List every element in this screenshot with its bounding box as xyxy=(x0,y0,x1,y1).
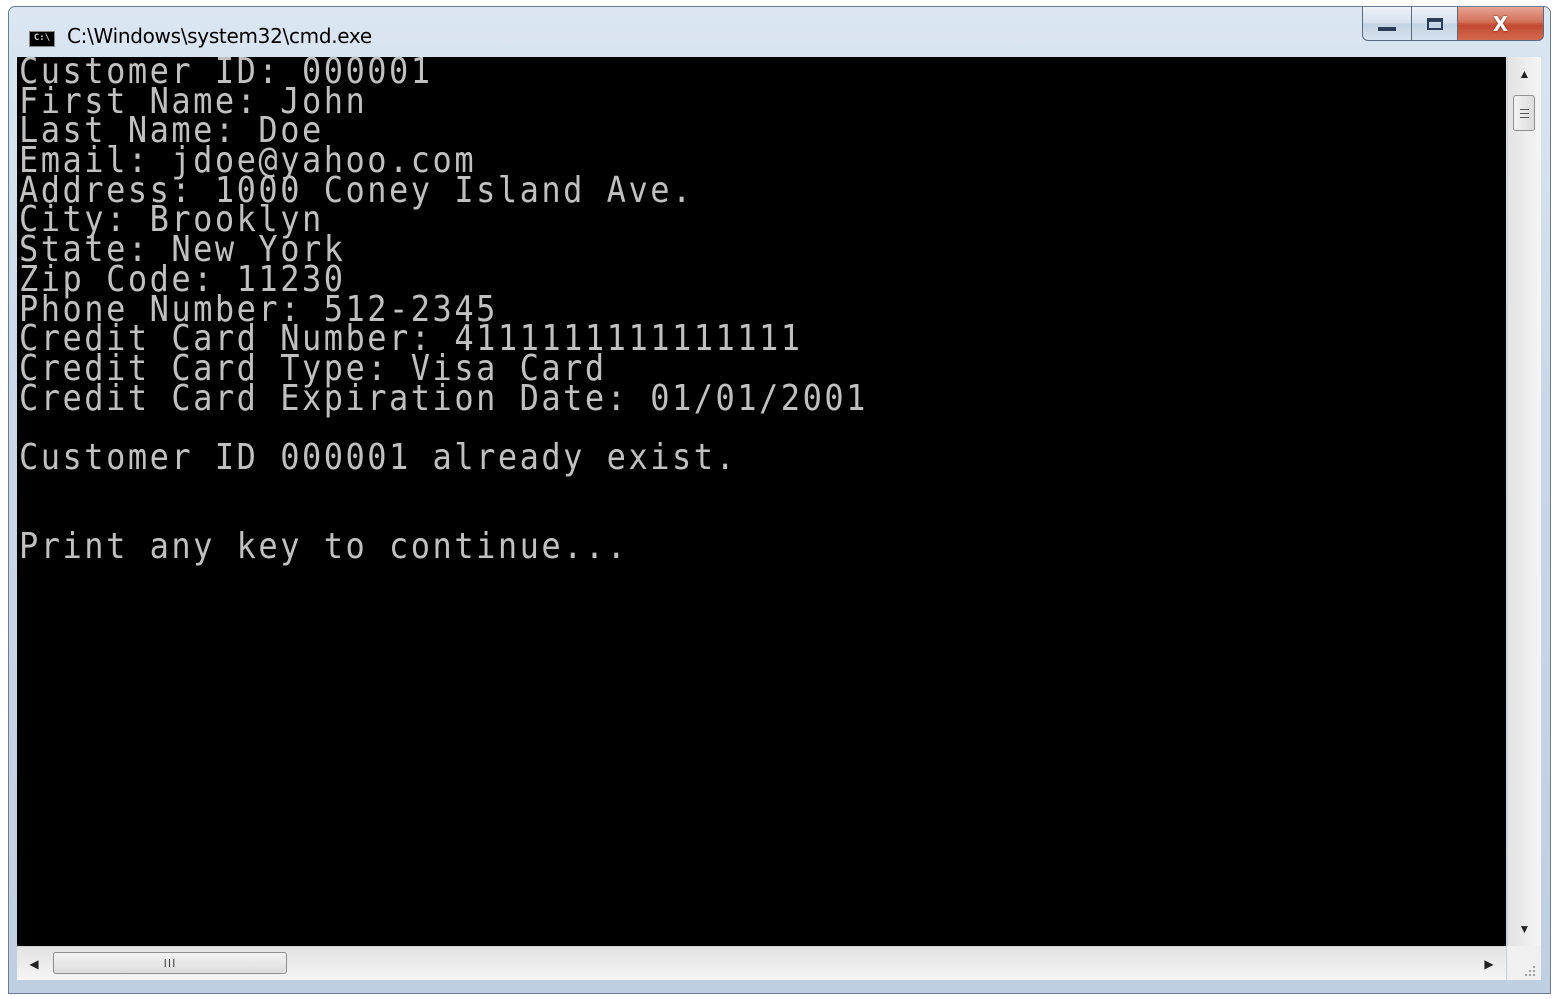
horizontal-scroll-thumb[interactable]: III xyxy=(53,952,287,974)
close-icon: X xyxy=(1492,11,1509,36)
grip-dot xyxy=(1529,970,1531,972)
grip-line xyxy=(1520,117,1529,118)
vertical-scrollbar[interactable]: ▲ ▼ xyxy=(1507,57,1541,946)
scroll-right-arrow-icon[interactable]: ▶ xyxy=(1472,947,1506,980)
scroll-down-arrow-icon[interactable]: ▼ xyxy=(1508,912,1541,946)
horizontal-scrollbar[interactable]: ◀ III ▶ xyxy=(17,946,1506,980)
window-controls: X xyxy=(1362,7,1544,43)
console-line: Credit Card Expiration Date: 01/01/2001 xyxy=(19,376,868,419)
maximize-button[interactable] xyxy=(1412,7,1458,41)
minimize-icon xyxy=(1378,26,1396,31)
console-line: Print any key to continue... xyxy=(19,525,629,567)
console-text: Customer ID: 000001 First Name: John Last … xyxy=(19,53,868,567)
maximize-icon xyxy=(1426,17,1443,30)
grip-line xyxy=(1520,109,1529,110)
vertical-scroll-thumb[interactable] xyxy=(1513,95,1535,131)
grip-dot xyxy=(1533,974,1535,976)
grip-dot xyxy=(1533,966,1535,968)
close-button[interactable]: X xyxy=(1458,7,1544,41)
grip-dot xyxy=(1529,974,1531,976)
cmd-icon[interactable]: C:\ xyxy=(29,31,55,47)
minimize-button[interactable] xyxy=(1362,7,1412,41)
console-line: Customer ID 000001 already exist. xyxy=(19,435,738,478)
grip-dot xyxy=(1525,974,1527,976)
scroll-up-arrow-icon[interactable]: ▲ xyxy=(1508,57,1541,91)
grip-line xyxy=(1520,113,1529,114)
grip-dot xyxy=(1533,970,1535,972)
window-title: C:\Windows\system32\cmd.exe xyxy=(67,24,372,48)
console-output-area[interactable]: Customer ID: 000001 First Name: John Last … xyxy=(17,53,1506,946)
resize-grip-icon[interactable] xyxy=(1507,946,1541,980)
scroll-thumb-grip: III xyxy=(163,956,177,970)
scroll-left-arrow-icon[interactable]: ◀ xyxy=(17,947,51,980)
